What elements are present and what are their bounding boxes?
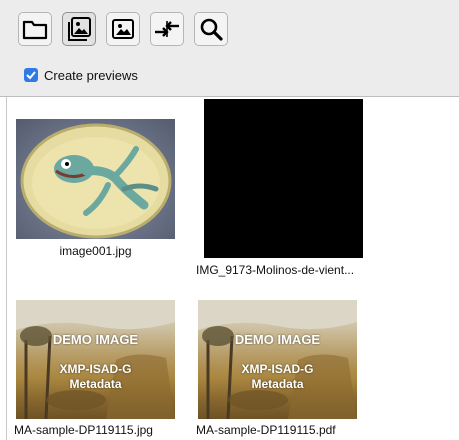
thumbnail-filename: IMG_9173-Molinos-de-vient... [196, 263, 355, 277]
toolbar-panel: Create previews [0, 0, 459, 97]
create-previews-option[interactable]: Create previews [24, 66, 138, 84]
thumbnail-image[interactable] [204, 99, 363, 258]
thumbnail-filename: image001.jpg [59, 244, 132, 258]
thumbnail-image[interactable]: DEMO IMAGE XMP-ISAD-G Metadata [16, 300, 175, 419]
demo-watermark-line: XMP-ISAD-G [59, 362, 132, 376]
create-previews-checkbox[interactable] [24, 68, 38, 82]
thumbnail-item[interactable]: DEMO IMAGE XMP-ISAD-G Metadata MA-sample… [0, 297, 190, 440]
compare-button[interactable] [150, 12, 184, 46]
demo-watermark-line: Metadata [251, 377, 304, 391]
thumbnail-filename: MA-sample-DP119115.jpg [14, 423, 153, 437]
thumbnail-item[interactable]: IMG_9173-Molinos-de-vient... [190, 97, 390, 287]
stacked-images-icon [66, 16, 92, 42]
create-previews-label: Create previews [44, 67, 138, 83]
arrows-in-icon [153, 18, 181, 40]
open-folder-button[interactable] [18, 12, 52, 46]
demo-watermark-line: Metadata [69, 377, 122, 391]
thumbnail-image[interactable] [16, 119, 175, 239]
search-button[interactable] [194, 12, 228, 46]
demo-watermark-line: XMP-ISAD-G [241, 362, 314, 376]
thumbnail-filename: MA-sample-DP119115.pdf [196, 423, 336, 437]
image-view-button[interactable] [106, 12, 140, 46]
magnifier-icon [199, 17, 223, 41]
thumbnail-image[interactable]: DEMO IMAGE XMP-ISAD-G Metadata [198, 300, 357, 419]
thumbnail-view-button[interactable] [62, 12, 96, 46]
folder-icon [22, 18, 48, 40]
thumbnail-item[interactable]: DEMO IMAGE XMP-ISAD-G Metadata MA-sample… [190, 297, 390, 440]
thumbnail-item[interactable]: image001.jpg [0, 97, 190, 287]
image-icon [111, 18, 135, 40]
demo-watermark-line: DEMO IMAGE [52, 332, 139, 347]
demo-watermark-line: DEMO IMAGE [234, 332, 321, 347]
